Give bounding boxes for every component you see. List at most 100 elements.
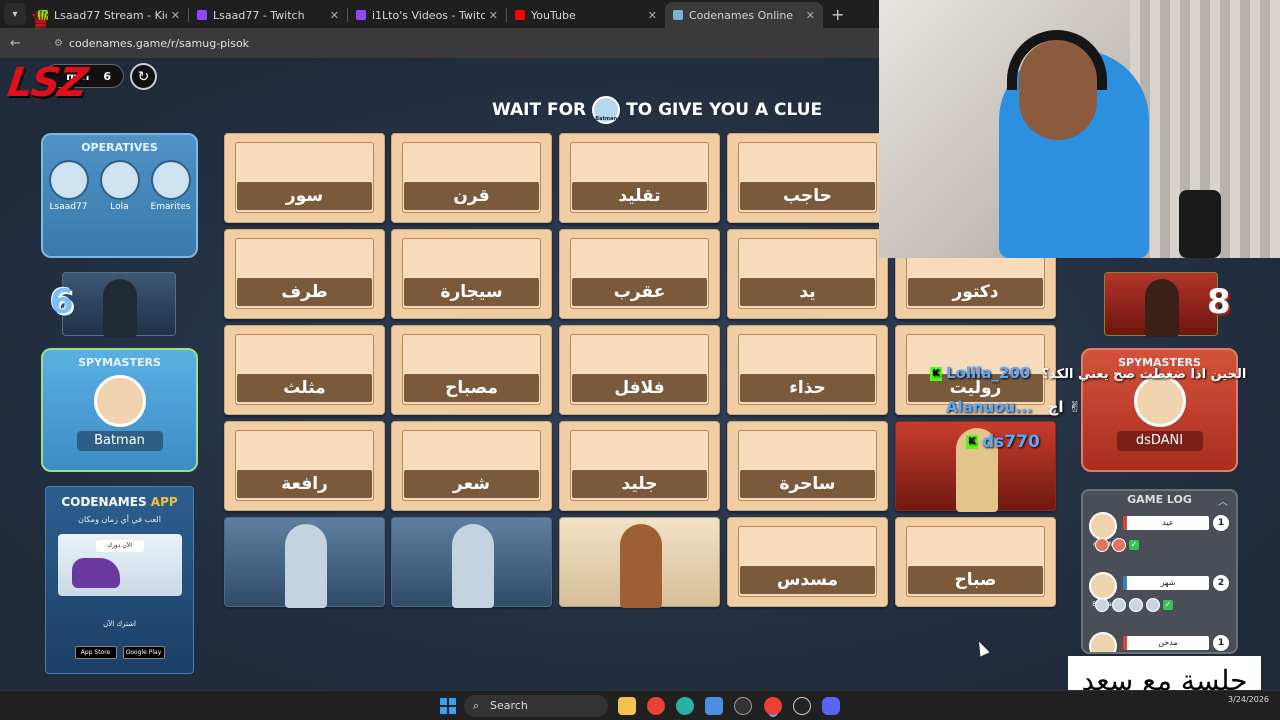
avatar	[1089, 572, 1117, 600]
word-card[interactable]: سور	[224, 133, 385, 223]
log-clue-word: مدخن	[1123, 636, 1209, 650]
game-log-entry: مدخن 1	[1083, 628, 1236, 652]
operative-player[interactable]: Lsaad77	[48, 160, 89, 212]
word-card[interactable]: ساحرة	[727, 421, 888, 511]
edge-icon[interactable]	[676, 697, 694, 715]
agent-figure	[452, 524, 494, 608]
word-card[interactable]: جليد	[559, 421, 720, 511]
tab-kick-dashboard[interactable]: Lsaad77 Stream - Kick Dashboo ✕	[30, 2, 188, 28]
blue-operatives-panel: OPERATIVES Lsaad77 Lola Emarites	[41, 133, 198, 258]
close-tab-icon[interactable]: ✕	[489, 9, 498, 22]
operatives-title: OPERATIVES	[81, 141, 158, 154]
card-word: سيجارة	[404, 278, 539, 306]
taskbar-search[interactable]: ⌕ Search	[464, 695, 608, 717]
card-word: شعر	[404, 470, 539, 498]
reset-icon[interactable]: ↻	[130, 63, 157, 90]
log-clue-word: شهر	[1123, 576, 1209, 590]
youtube-favicon-icon	[515, 10, 525, 20]
google-play-badge[interactable]: Google Play	[122, 646, 165, 659]
close-tab-icon[interactable]: ✕	[171, 9, 180, 22]
word-card[interactable]: فلافل	[559, 325, 720, 415]
url-field[interactable]: codenames.game/r/samug-pisok	[69, 37, 249, 50]
windows-taskbar: ⌕ Search 3/24/2026	[0, 690, 1280, 720]
site-info-icon[interactable]: ⚙	[54, 38, 63, 49]
windows-start-icon[interactable]	[440, 698, 456, 714]
agent-figure	[620, 524, 662, 608]
promo-image: الآن دورك	[57, 534, 182, 596]
spymaster-avatar: Batman	[592, 96, 621, 124]
card-word: سور	[237, 182, 372, 210]
tab-codenames[interactable]: Codenames Online ✕	[665, 2, 823, 28]
revealed-card-bystander[interactable]	[559, 517, 720, 608]
webcam-overlay	[879, 0, 1280, 258]
discord-icon[interactable]	[822, 697, 840, 715]
word-card[interactable]: عقرب	[559, 229, 720, 319]
promo-cta[interactable]: اشترك الآن	[46, 620, 193, 628]
word-card[interactable]: مثلث	[224, 325, 385, 415]
tab-label: YouTube	[531, 8, 576, 22]
avatar	[1133, 375, 1186, 427]
tab-youtube[interactable]: YouTube ✕	[507, 2, 665, 28]
chat-message: K Lolila_200 الحين اذا ضغطت صح يعني الكد؟	[930, 364, 1246, 382]
card-word: صباح	[908, 566, 1043, 594]
clue-suffix: TO GIVE YOU A CLUE	[626, 100, 823, 120]
new-tab-plus-icon[interactable]: +	[831, 5, 844, 24]
word-card[interactable]: سيجارة	[391, 229, 552, 319]
operative-player[interactable]: Lola	[99, 160, 140, 212]
blue-score: 6	[50, 282, 74, 322]
app-store-badge[interactable]: App Store	[74, 646, 117, 659]
avatar	[99, 160, 140, 200]
word-card[interactable]: قرن	[391, 133, 552, 223]
chevron-up-icon[interactable]: ︿	[1218, 493, 1228, 508]
word-card[interactable]: يد	[727, 229, 888, 319]
chrome-icon[interactable]	[764, 697, 782, 715]
chat-username: ds770	[982, 432, 1040, 452]
card-word: تقليد	[572, 182, 707, 210]
close-tab-icon[interactable]: ✕	[648, 9, 657, 22]
back-arrow-icon[interactable]: ←	[10, 36, 24, 51]
card-word: مصباح	[404, 374, 539, 402]
store-icon[interactable]	[705, 697, 723, 715]
word-card[interactable]: حاجب	[727, 133, 888, 223]
word-card[interactable]: تقليد	[559, 133, 720, 223]
close-tab-icon[interactable]: ✕	[330, 9, 339, 22]
spymaster-avatar-name: Batman	[595, 116, 617, 122]
chrome-icon[interactable]	[647, 697, 665, 715]
promo-title-b: APP	[150, 495, 178, 509]
spymasters-title: SPYMASTERS	[78, 356, 161, 369]
game-log-entry: Batman شهر 2 ✓	[1083, 568, 1236, 628]
chat-text: الحين اذا ضغطت صح يعني الكد؟	[1041, 367, 1247, 382]
operative-player[interactable]: Emarites	[150, 160, 191, 212]
clue-banner: WAIT FOR Batman TO GIVE YOU A CLUE	[492, 96, 822, 124]
red-team-portrait	[1104, 272, 1218, 337]
file-explorer-icon[interactable]	[618, 697, 636, 715]
avatar	[150, 160, 191, 200]
tab-twitch-lsaad[interactable]: Lsaad77 - Twitch ✕	[189, 2, 347, 28]
word-card[interactable]: شعر	[391, 421, 552, 511]
word-card[interactable]: مصباح	[391, 325, 552, 415]
app-icon[interactable]	[734, 697, 752, 715]
game-log-panel: GAME LOG ︿ dsDANI عيد 1 ✓ Batman شهر 2 ✓…	[1081, 489, 1238, 654]
kick-badge-icon: K	[966, 435, 978, 449]
card-word: دكتور	[908, 278, 1043, 306]
word-card[interactable]: مسدس	[727, 517, 888, 607]
codenames-app-promo[interactable]: CODENAMES APP العب في أي زمان ومكان الآن…	[45, 486, 194, 674]
promo-title: CODENAMES APP	[46, 495, 193, 509]
taskbar-search-label: Search	[490, 699, 528, 712]
card-word: عقرب	[572, 278, 707, 306]
word-card[interactable]: صباح	[895, 517, 1056, 607]
card-word: يد	[740, 278, 875, 306]
revealed-card-agent-blue[interactable]	[224, 517, 385, 608]
card-word: طرف	[237, 278, 372, 306]
tab-search-dropdown-icon[interactable]: ▾	[4, 3, 26, 25]
word-card[interactable]: طرف	[224, 229, 385, 319]
card-word: ساحرة	[740, 470, 875, 498]
tab-twitch-videos[interactable]: i1Lto's Videos - Twitch ✕	[348, 2, 506, 28]
word-card[interactable]: حذاء	[727, 325, 888, 415]
revealed-card-agent-blue[interactable]	[391, 517, 552, 608]
obs-icon[interactable]	[793, 697, 811, 715]
timer-value: 6	[103, 69, 111, 83]
close-tab-icon[interactable]: ✕	[806, 9, 815, 22]
avatar	[1089, 632, 1117, 652]
word-card[interactable]: رافعة	[224, 421, 385, 511]
